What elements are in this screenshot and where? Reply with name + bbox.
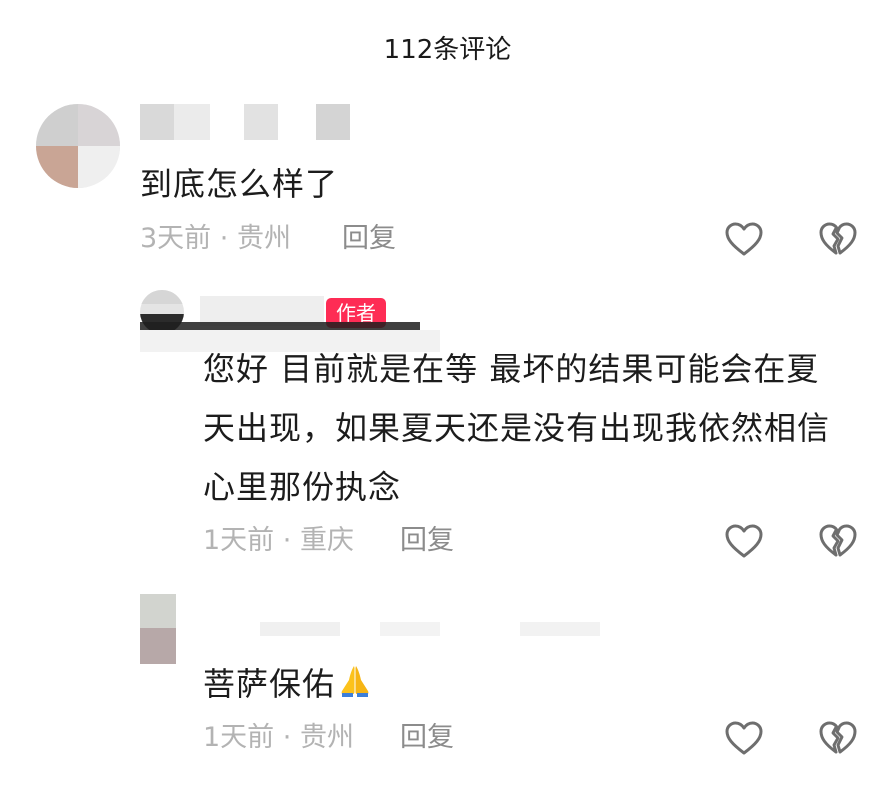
reply-button[interactable]: 回复 xyxy=(400,521,454,561)
heart-outline-icon[interactable] xyxy=(722,717,766,761)
comment-text-line: 天出现，如果夏天还是没有出现我依然相信 xyxy=(203,409,831,447)
meta-separator: · xyxy=(282,722,300,753)
comment-location: 重庆 xyxy=(299,525,354,556)
broken-heart-icon[interactable] xyxy=(816,520,860,564)
comment-time: 1天前 xyxy=(203,722,275,753)
comment-text: 到底怎么样了 xyxy=(140,165,339,203)
comment-time: 1天前 xyxy=(203,525,275,556)
comment-location: 贵州 xyxy=(236,223,291,254)
avatar[interactable] xyxy=(140,594,176,664)
comment-meta: 1天前 · 重庆 xyxy=(203,521,354,561)
comment-text: 菩萨保佑 xyxy=(203,655,373,717)
meta-separator: · xyxy=(219,223,237,254)
comment-meta: 1天前 · 贵州 xyxy=(203,718,354,758)
heart-outline-icon[interactable] xyxy=(722,520,766,564)
heart-outline-icon[interactable] xyxy=(722,218,766,262)
comment-meta: 3天前 · 贵州 xyxy=(140,219,291,259)
reply-button[interactable]: 回复 xyxy=(342,219,396,259)
reply-button[interactable]: 回复 xyxy=(400,718,454,758)
comment-text-value: 菩萨保佑 xyxy=(203,665,336,703)
comment-text-line: 您好 目前就是在等 最坏的结果可能会在夏 xyxy=(203,350,820,388)
comments-panel: 112条评论 到底怎么样了 3天前 · 贵州 回复 作者 您好 目前就是在等 最… xyxy=(0,0,895,803)
username-blurred[interactable] xyxy=(140,104,352,140)
comment-location: 贵州 xyxy=(299,722,354,753)
comment-text-line: 心里那份执念 xyxy=(203,468,402,506)
avatar[interactable] xyxy=(36,104,120,188)
broken-heart-icon[interactable] xyxy=(816,717,860,761)
comment-count-title: 112条评论 xyxy=(383,35,512,65)
folded-hands-emoji xyxy=(337,659,373,717)
meta-separator: · xyxy=(282,525,300,556)
username-blurred[interactable] xyxy=(200,622,610,658)
broken-heart-icon[interactable] xyxy=(816,218,860,262)
comment-time: 3天前 xyxy=(140,223,212,254)
